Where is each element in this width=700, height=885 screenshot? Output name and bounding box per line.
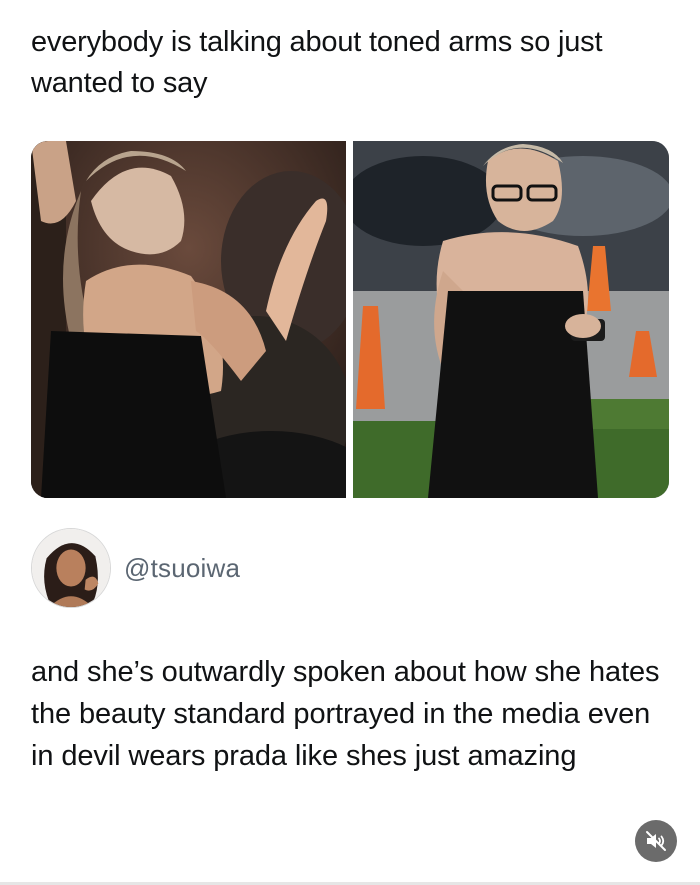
post-headline: everybody is talking about toned arms so… (31, 26, 603, 99)
photo-right[interactable] (353, 141, 669, 498)
avatar[interactable] (31, 528, 111, 608)
strapless-dress-woman-illustration (353, 141, 669, 498)
speaker-muted-icon (646, 831, 666, 851)
post-body: and she’s outwardly spoken about how she… (31, 656, 660, 772)
clapping-woman-illustration (31, 141, 346, 498)
avatar-image (32, 529, 110, 607)
photo-left[interactable] (31, 141, 346, 498)
author-handle[interactable]: @tsuoiwa (124, 553, 240, 584)
mute-button[interactable] (635, 820, 677, 862)
author-row: @tsuoiwa (31, 528, 240, 608)
